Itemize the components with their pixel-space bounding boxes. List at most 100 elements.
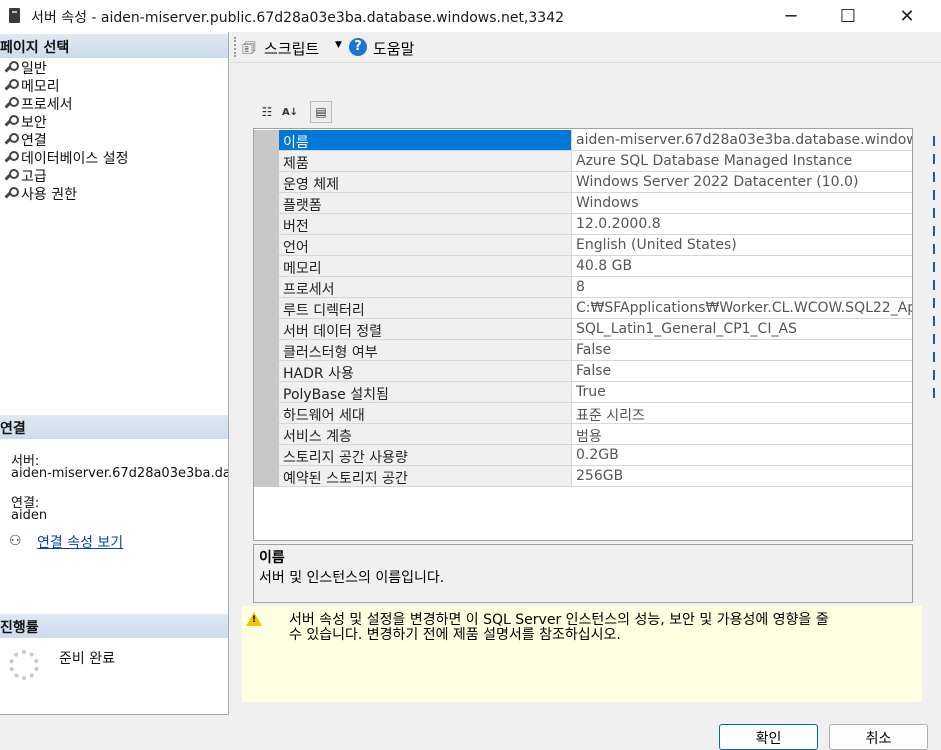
- page-security[interactable]: 보안: [2, 113, 47, 131]
- edge-marker: [933, 280, 941, 290]
- script-dropdown-icon[interactable]: ▼: [335, 40, 342, 50]
- warning-line-2: 수 있습니다. 변경하기 전에 제품 설명서를 참조하십시오.: [289, 627, 621, 643]
- row-gutter: [254, 382, 279, 403]
- property-name: 플랫폼: [279, 193, 572, 214]
- grid-row[interactable]: 버전 12.0.2000.8: [254, 214, 912, 235]
- ok-button[interactable]: 확인: [719, 724, 818, 750]
- property-name: 스토리지 공간 사용량: [279, 445, 572, 466]
- property-name: 이름: [279, 130, 572, 151]
- property-pages-icon[interactable]: ▤: [310, 101, 332, 123]
- page-advanced[interactable]: 고급: [2, 167, 47, 185]
- connection-value: aiden: [11, 508, 48, 523]
- property-name: 버전: [279, 214, 572, 235]
- grid-row[interactable]: 루트 디렉터리 C:₩SFApplications₩Worker.CL.WCOW.…: [254, 298, 912, 319]
- edge-marker: [933, 244, 941, 254]
- property-value: C:₩SFApplications₩Worker.CL.WCOW.SQL22_A…: [572, 298, 912, 319]
- property-name: 하드웨어 세대: [279, 403, 572, 424]
- property-value: Windows: [572, 193, 912, 214]
- page-label: 데이터베이스 설정: [21, 151, 129, 167]
- property-name: 제품: [279, 151, 572, 172]
- edge-marker: [933, 352, 941, 362]
- grid-row[interactable]: 이름 aiden-miserver.67d28a03e3ba.database.w…: [254, 130, 912, 151]
- property-value: Windows Server 2022 Datacenter (10.0): [572, 172, 912, 193]
- page-memory[interactable]: 메모리: [2, 77, 60, 95]
- page-processor[interactable]: 프로세서: [2, 95, 73, 113]
- sort-alphabetical-icon[interactable]: A↓: [279, 101, 301, 123]
- close-button[interactable]: ✕: [876, 0, 938, 32]
- row-gutter: [254, 256, 279, 277]
- property-name: 클러스터형 여부: [279, 340, 572, 361]
- grid-row[interactable]: 클러스터형 여부 False: [254, 340, 912, 361]
- page-general[interactable]: 일반: [2, 59, 47, 77]
- grid-row[interactable]: PolyBase 설치됨 True: [254, 382, 912, 403]
- row-gutter: [254, 277, 279, 298]
- property-name: 루트 디렉터리: [279, 298, 572, 319]
- grid-row[interactable]: 언어 English (United States): [254, 235, 912, 256]
- page-label: 프로세서: [21, 97, 73, 113]
- row-gutter: [254, 466, 279, 487]
- property-value: False: [572, 361, 912, 382]
- row-gutter: [254, 403, 279, 424]
- maximize-button[interactable]: ☐: [817, 0, 879, 32]
- server-value: aiden-miserver.67d28a03e3ba.da: [11, 466, 228, 481]
- page-label: 보안: [21, 115, 47, 131]
- wrench-icon: [2, 79, 19, 93]
- help-button[interactable]: 도움말: [373, 38, 414, 59]
- property-name: PolyBase 설치됨: [279, 382, 572, 403]
- page-label: 연결: [21, 133, 47, 149]
- grid-row[interactable]: 하드웨어 세대 표준 시리즈: [254, 403, 912, 424]
- edge-marker: [933, 316, 941, 326]
- edge-marker: [933, 298, 941, 308]
- cancel-button[interactable]: 취소: [829, 724, 928, 750]
- grid-row[interactable]: 메모리 40.8 GB: [254, 256, 912, 277]
- property-name: HADR 사용: [279, 361, 572, 382]
- property-name: 예약된 스토리지 공간: [279, 466, 572, 487]
- progress-spinner-icon: [9, 650, 39, 680]
- property-value: False: [572, 340, 912, 361]
- warning-icon-mark: !: [252, 615, 257, 625]
- wrench-icon: [2, 115, 19, 129]
- connection-header: 연결: [0, 415, 228, 439]
- page-connections[interactable]: 연결: [2, 131, 47, 149]
- script-button[interactable]: 스크립트: [264, 38, 319, 59]
- row-gutter: [254, 235, 279, 256]
- grid-row[interactable]: 스토리지 공간 사용량 0.2GB: [254, 445, 912, 466]
- grid-row[interactable]: 서비스 계층 범용: [254, 424, 912, 445]
- wrench-icon: [2, 187, 19, 201]
- window-title: 서버 속성 - aiden-miserver.public.67d28a03e3…: [31, 10, 565, 26]
- row-gutter: [254, 151, 279, 172]
- row-gutter: [254, 424, 279, 445]
- property-value: 표준 시리즈: [572, 403, 912, 424]
- edge-marker: [933, 226, 941, 236]
- property-grid: 이름 aiden-miserver.67d28a03e3ba.database.w…: [253, 128, 913, 541]
- script-icon: 🗊: [242, 39, 256, 57]
- row-gutter: [254, 193, 279, 214]
- property-name: 운영 체제: [279, 172, 572, 193]
- minimize-button[interactable]: ─: [760, 0, 822, 32]
- property-name: 서버 데이터 정렬: [279, 319, 572, 340]
- page-permissions[interactable]: 사용 권한: [2, 185, 77, 203]
- left-panel: 페이지 선택 일반 메모리 프로세서 보안 연결 데이터베이스 설정 고급 사용…: [0, 32, 229, 715]
- description-text: 서버 및 인스턴스의 이름입니다.: [259, 570, 445, 586]
- server-app-icon: [9, 8, 20, 23]
- row-gutter: [254, 214, 279, 235]
- help-icon[interactable]: ?: [349, 38, 367, 56]
- grid-row[interactable]: 서버 데이터 정렬 SQL_Latin1_General_CP1_CI_AS: [254, 319, 912, 340]
- property-value: 12.0.2000.8: [572, 214, 912, 235]
- warning-panel: ! 서버 속성 및 설정을 변경하면 이 SQL Server 인스턴스의 성능…: [242, 606, 922, 702]
- grid-row[interactable]: 제품 Azure SQL Database Managed Instance: [254, 151, 912, 172]
- row-gutter: [254, 172, 279, 193]
- property-value: Azure SQL Database Managed Instance: [572, 151, 912, 172]
- row-gutter: [254, 340, 279, 361]
- grid-row[interactable]: 플랫폼 Windows: [254, 193, 912, 214]
- edge-marker: [933, 388, 941, 398]
- grid-row[interactable]: HADR 사용 False: [254, 361, 912, 382]
- categorized-icon[interactable]: ☷: [256, 101, 278, 123]
- view-connection-properties-link[interactable]: 연결 속성 보기: [37, 532, 123, 552]
- grid-row[interactable]: 프로세서 8: [254, 277, 912, 298]
- grid-row[interactable]: 운영 체제 Windows Server 2022 Datacenter (10.…: [254, 172, 912, 193]
- page-database-settings[interactable]: 데이터베이스 설정: [2, 149, 129, 167]
- grid-row[interactable]: 예약된 스토리지 공간 256GB: [254, 466, 912, 487]
- progress-header: 진행률: [0, 614, 228, 638]
- property-value: SQL_Latin1_General_CP1_CI_AS: [572, 319, 912, 340]
